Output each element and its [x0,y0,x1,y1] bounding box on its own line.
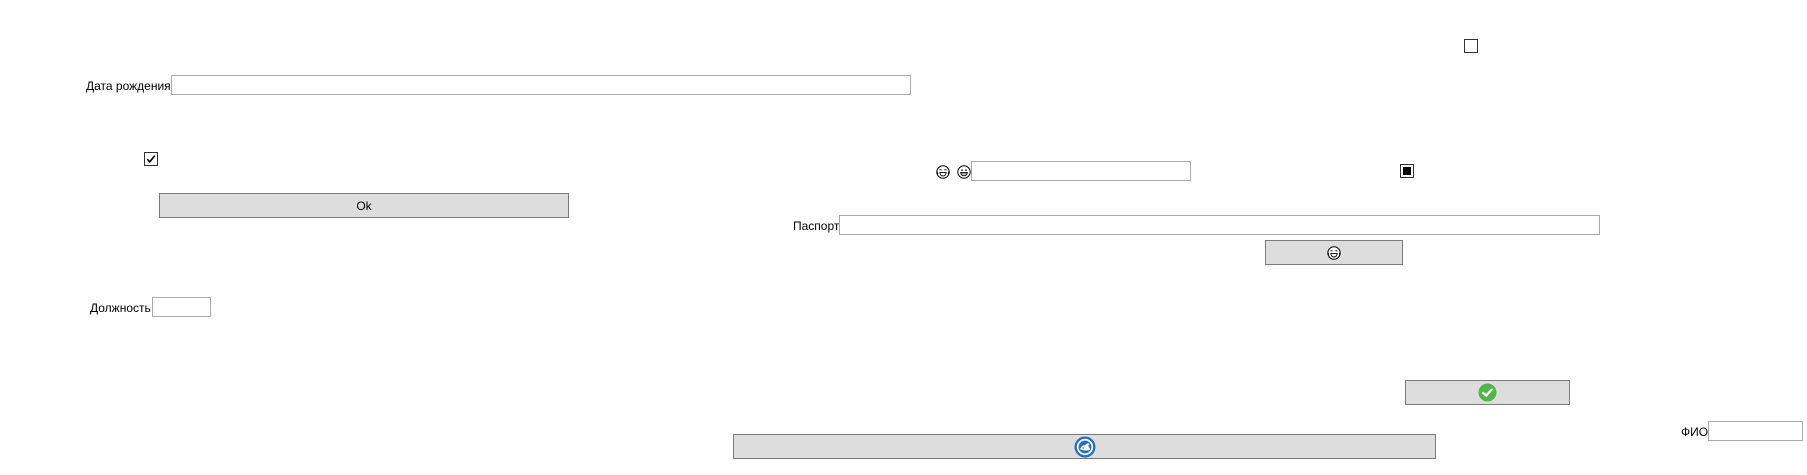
emoji-field[interactable] [971,161,1191,181]
ok-button-label: Ok [356,198,372,213]
grinning-face-icon [957,165,971,179]
blue-circle-logo-icon [1074,436,1095,457]
check-circle-icon [1478,383,1497,402]
confirm-button[interactable] [1405,380,1570,405]
checkbox-right-indeterminate[interactable] [1400,164,1414,178]
full-name-label: ФИО [1681,425,1709,439]
birth-date-field[interactable] [171,75,911,95]
passport-label: Паспорт [793,219,840,233]
emoji-button[interactable] [1265,240,1403,265]
checkbox-left[interactable] [144,152,158,166]
full-name-field[interactable] [1708,421,1803,441]
grinning-tears-icon [936,165,950,179]
position-label: Должность [90,301,151,315]
grinning-tears-icon [1327,245,1341,260]
checkmark-icon [146,155,156,163]
logo-button[interactable] [733,434,1436,459]
passport-field[interactable] [839,215,1600,235]
checkbox-top-right[interactable] [1464,39,1478,53]
birth-date-label: Дата рождения [86,79,171,93]
indeterminate-mark [1403,167,1411,175]
ok-button[interactable]: Ok [159,193,569,218]
position-field[interactable] [152,297,211,317]
